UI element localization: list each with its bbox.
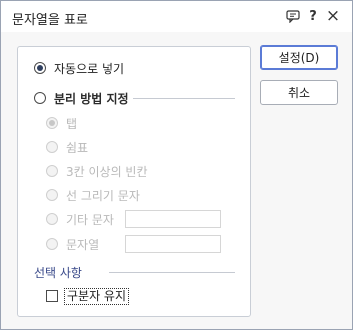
radio-spaces[interactable] [46,165,58,177]
dialog-title: 문자열을 표로 [12,13,88,28]
separator-divider [133,98,235,99]
radio-comma[interactable] [46,141,58,153]
keep-separator-checkbox[interactable] [46,290,58,302]
option-string-label: 문자열 [66,237,100,252]
option-comma-label: 쉼표 [66,140,89,155]
radio-string[interactable] [46,238,58,250]
comment-icon[interactable] [284,7,302,25]
radio-linedraw[interactable] [46,189,58,201]
option-spaces-label: 3칸 이상의 빈칸 [66,164,148,179]
option-auto-label: 자동으로 넣기 [54,61,125,76]
option-string[interactable]: 문자열 [46,234,99,254]
option-keep-separator[interactable]: 구분자 유지 [46,286,130,306]
radio-other[interactable] [46,213,58,225]
help-icon[interactable]: ? [304,7,322,25]
option-other-label: 기타 문자 [66,212,114,227]
option-comma[interactable]: 쉼표 [46,137,88,157]
option-spaces[interactable]: 3칸 이상의 빈칸 [46,161,148,181]
title-bar: 문자열을 표로 ? × [1,1,352,32]
string-input[interactable] [125,235,221,253]
options-panel: 자동으로 넣기 분리 방법 지정 탭 쉼표 3칸 이상의 빈칸 선 그리기 문자… [17,46,251,317]
option-auto[interactable]: 자동으로 넣기 [34,58,124,78]
keep-separator-label: 구분자 유지 [64,287,130,305]
radio-tab[interactable] [46,117,58,129]
option-separator-label: 분리 방법 지정 [54,91,129,106]
select-section-header: 선택 사항 [34,262,82,282]
option-linedraw-label: 선 그리기 문자 [66,188,140,203]
close-icon[interactable]: × [324,6,342,26]
option-separator[interactable]: 분리 방법 지정 [34,88,129,108]
cancel-button[interactable]: 취소 [260,80,338,105]
select-section-label: 선택 사항 [34,265,82,280]
option-tab-label: 탭 [66,116,78,131]
ok-button[interactable]: 설정(D) [260,45,338,70]
option-tab[interactable]: 탭 [46,113,77,133]
option-other[interactable]: 기타 문자 [46,209,114,229]
radio-separator[interactable] [34,92,46,104]
dialog: 문자열을 표로 ? × 자동으로 넣기 분리 방법 지정 탭 쉼표 3칸 이상의… [0,0,353,330]
radio-auto[interactable] [34,62,46,74]
select-divider [109,272,235,273]
other-char-input[interactable] [125,210,221,228]
option-linedraw[interactable]: 선 그리기 문자 [46,185,140,205]
